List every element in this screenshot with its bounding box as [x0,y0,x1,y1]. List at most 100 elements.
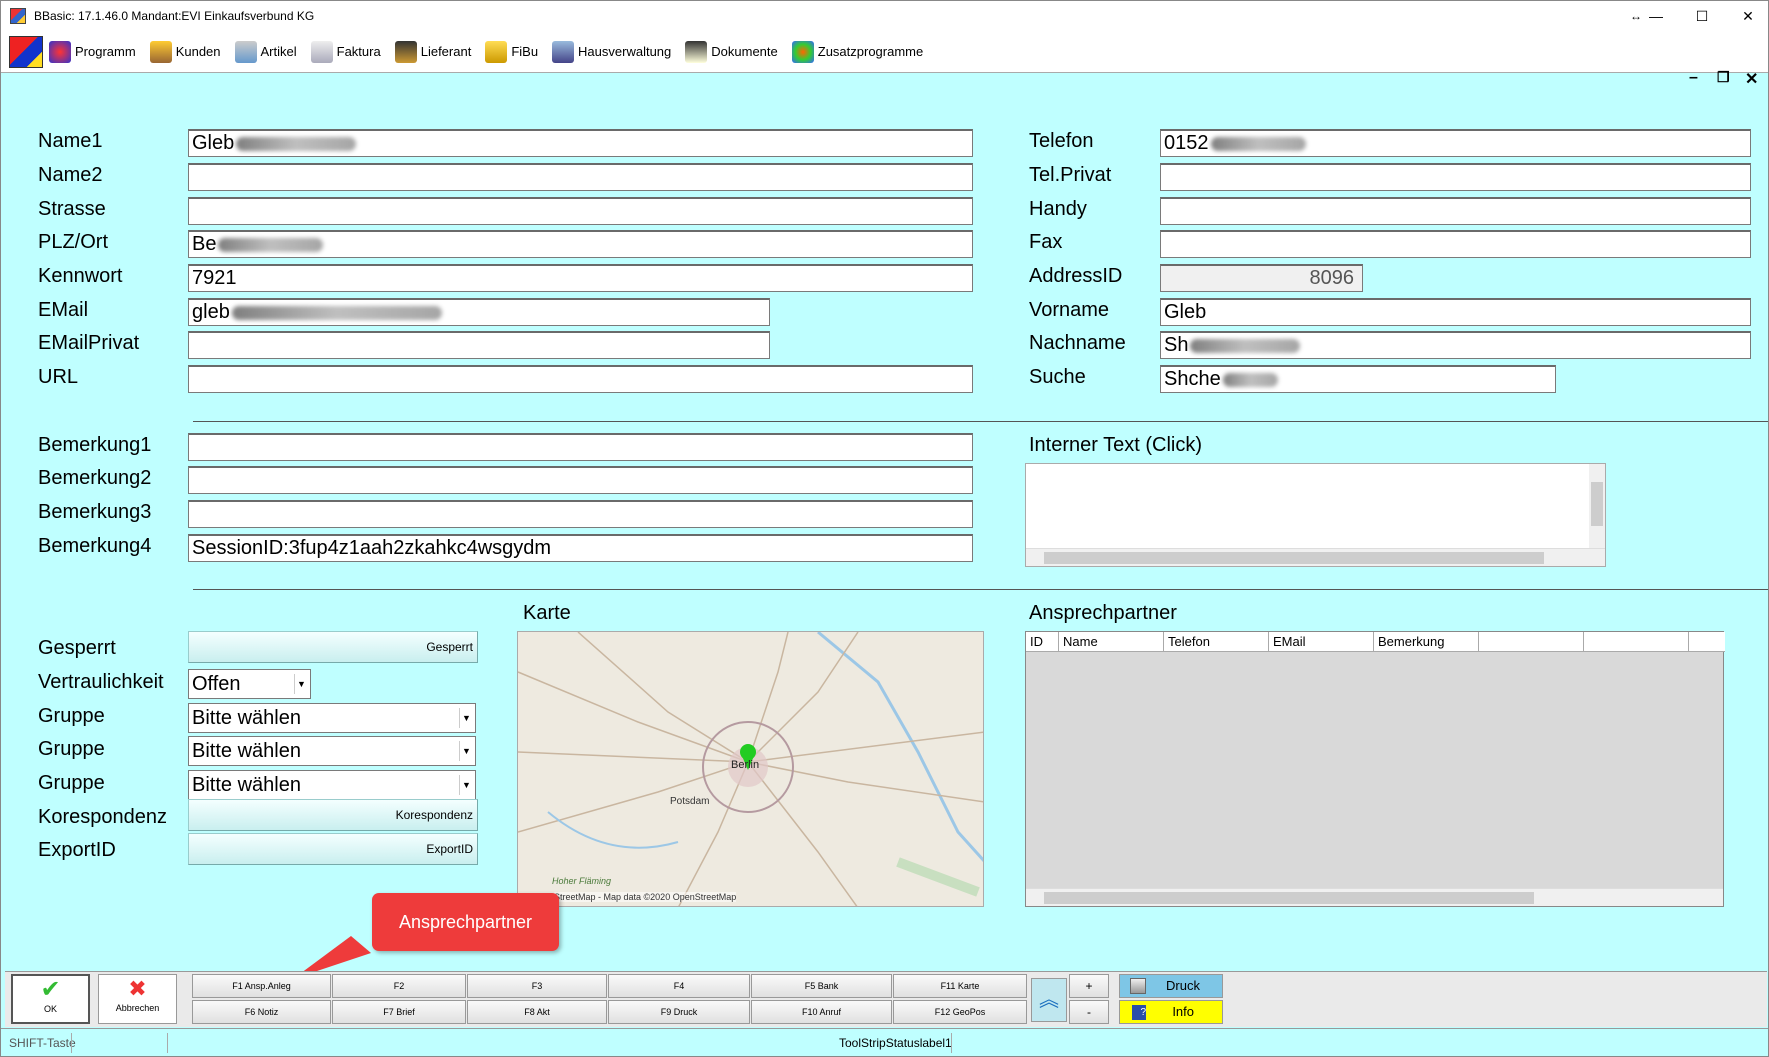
col-id[interactable]: ID [1026,632,1059,651]
bemerkung2-input[interactable] [188,466,973,494]
bemerkung4-input[interactable]: SessionID:3fup4z1aah2zkahkc4wsgydm [188,534,973,562]
f9-button[interactable]: F9 Druck [608,1000,750,1024]
vertraulichkeit-select[interactable]: Offen ▼ [188,669,311,699]
f1-button[interactable]: F1 Ansp.Anleg [192,974,331,998]
handy-label: Handy [1029,198,1087,220]
f5-button[interactable]: F5 Bank [751,974,892,998]
menu-fibu[interactable]: FiBu [485,36,538,68]
interner-text-area[interactable] [1025,463,1606,567]
double-chevron-up-icon[interactable]: ︽ [1031,978,1067,1022]
fax-input[interactable] [1160,230,1751,258]
abbrechen-button[interactable]: ✖ Abbrechen [98,974,177,1024]
name2-input[interactable] [188,163,973,191]
map-view[interactable]: Berlin Potsdam Hoher Fläming StreetMap -… [517,631,984,907]
plz-ort-input[interactable]: Be [188,230,973,258]
emailprivat-input[interactable] [188,331,770,359]
interner-text-label[interactable]: Interner Text (Click) [1029,434,1202,457]
status-divider [951,1033,952,1053]
gruppe1-select[interactable]: Bitte wählen ▼ [188,703,476,733]
menu-programm[interactable]: Programm [49,36,136,68]
col-telefon[interactable]: Telefon [1164,632,1269,651]
maximize-button[interactable]: ☐ [1679,1,1725,31]
menu-hausverwaltung[interactable]: Hausverwaltung [552,36,671,68]
bemerkung1-input[interactable] [188,433,973,461]
strasse-input[interactable] [188,197,973,225]
menu-lieferant[interactable]: Lieferant [394,36,471,68]
minus-button[interactable]: - [1069,1000,1109,1024]
help-icon: ? [1132,1005,1146,1020]
vorname-input[interactable]: Gleb [1160,298,1751,326]
handy-input[interactable] [1160,197,1751,225]
f6-button[interactable]: F6 Notiz [192,1000,331,1024]
korespondenz-label: Korespondenz [38,806,167,828]
suche-input[interactable]: Shche [1160,365,1556,393]
vertical-scrollbar[interactable] [1589,464,1605,550]
email-input[interactable]: gleb [188,298,770,326]
druck-button[interactable]: Druck [1119,974,1223,998]
bemerkung3-input[interactable] [188,500,973,528]
col-email[interactable]: EMail [1269,632,1374,651]
mdi-restore-button[interactable]: ❐ [1717,69,1730,86]
mdi-close-button[interactable]: ✕ [1745,69,1758,89]
url-input[interactable] [188,365,973,393]
gruppe3-select[interactable]: Bitte wählen ▼ [188,770,476,800]
f10-button[interactable]: F10 Anruf [751,1000,892,1024]
zusatzprogramme-icon [791,40,814,63]
status-divider [71,1033,72,1053]
f11-button[interactable]: F11 Karte [893,974,1027,998]
menu-faktura[interactable]: Faktura [310,36,381,68]
url-label: URL [38,366,79,388]
kennwort-input[interactable]: 7921 [188,264,973,292]
col-name[interactable]: Name [1059,632,1164,651]
status-label: ToolStripStatuslabel1 [839,1036,952,1050]
telprivat-input[interactable] [1160,163,1751,191]
nachname-input[interactable]: Sh [1160,331,1751,359]
menu-dokumente[interactable]: Dokumente [685,36,778,68]
scroll-thumb[interactable] [1044,892,1534,904]
f4-button[interactable]: F4 [608,974,750,998]
gesperrt-button[interactable]: Gesperrt [188,631,478,663]
horizontal-scrollbar[interactable] [1026,548,1605,566]
menu-artikel[interactable]: Artikel [234,36,297,68]
chevron-down-icon: ▼ [459,708,473,728]
exportid-button[interactable]: ExportID [188,833,478,865]
name1-input[interactable]: Gleb [188,129,973,157]
telprivat-label: Tel.Privat [1029,164,1112,186]
bemerkung3-label: Bemerkung3 [38,501,152,523]
divider [193,421,1768,422]
horizontal-scrollbar[interactable] [1026,888,1723,906]
printer-icon [1130,978,1146,994]
f2-button[interactable]: F2 [332,974,466,998]
plus-button[interactable]: + [1069,974,1109,998]
suche-label: Suche [1029,366,1086,388]
gruppe2-select[interactable]: Bitte wählen ▼ [188,736,476,766]
mdi-minimize-button[interactable]: – [1689,69,1698,87]
scroll-thumb[interactable] [1591,482,1603,526]
menu-kunden[interactable]: Kunden [149,36,221,68]
telefon-input[interactable]: 0152 [1160,129,1751,157]
f3-button[interactable]: F3 [467,974,607,998]
f7-button[interactable]: F7 Brief [332,1000,466,1024]
minimize-button[interactable]: — [1633,1,1679,31]
gesperrt-label: Gesperrt [38,637,116,659]
menu-zusatzprogramme[interactable]: Zusatzprogramme [791,36,923,68]
ok-button[interactable]: ✔ OK [11,974,90,1024]
col-empty [1479,632,1584,651]
status-divider [167,1033,168,1053]
korespondenz-button[interactable]: Korespondenz [188,799,478,831]
scroll-thumb[interactable] [1044,552,1544,564]
title-bar: BBasic: 17.1.46.0 Mandant:EVI Einkaufsve… [1,1,1768,31]
grid-header: ID Name Telefon EMail Bemerkung [1026,632,1725,652]
plz-ort-label: PLZ/Ort [38,231,109,253]
f12-button[interactable]: F12 GeoPos [893,1000,1027,1024]
ansprechpartner-grid[interactable]: ID Name Telefon EMail Bemerkung [1025,631,1725,907]
map-city-label: Berlin [731,759,760,771]
gruppe2-label: Gruppe [38,738,105,760]
f8-button[interactable]: F8 Akt [467,1000,607,1024]
col-bemerkung[interactable]: Bemerkung [1374,632,1479,651]
info-button[interactable]: ? Info [1119,1000,1223,1024]
fibu-icon [485,40,508,63]
email-label: EMail [38,299,89,321]
close-icon: ✖ [128,976,147,1001]
close-button[interactable]: ✕ [1725,1,1769,31]
